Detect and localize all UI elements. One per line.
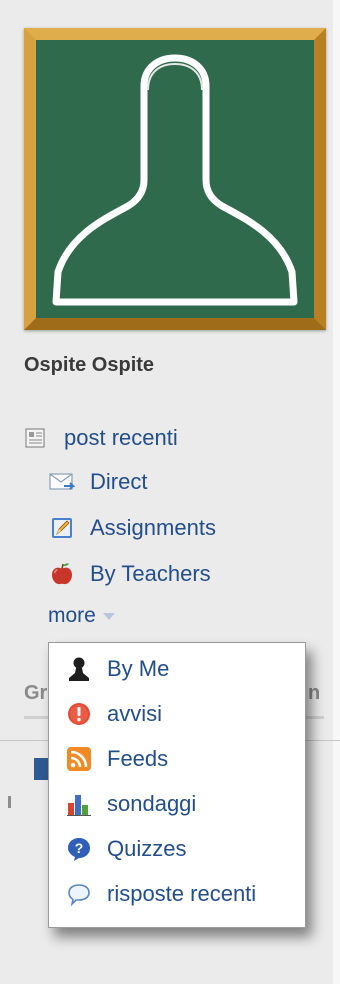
nav-label: Assignments [90, 515, 216, 540]
more-label: more [48, 604, 96, 627]
quiz-icon: ? [65, 835, 93, 863]
speech-bubble-icon [65, 880, 93, 908]
more-link[interactable]: more [48, 604, 116, 628]
nav-post-recenti[interactable]: post recenti [22, 424, 178, 452]
menu-item-sondaggi[interactable]: sondaggi [65, 790, 196, 818]
nav-label: post recenti [64, 425, 178, 450]
menu-item-label: Feeds [107, 746, 169, 771]
nav-label: Direct [90, 469, 148, 494]
menu-item-label: sondaggi [107, 791, 197, 816]
menu-item-avvisi[interactable]: avvisi [65, 700, 162, 728]
pencil-icon [48, 514, 76, 542]
poll-icon [65, 790, 93, 818]
groups-heading-right: n [308, 682, 321, 704]
menu-item-label: risposte recenti [107, 881, 257, 906]
svg-text:?: ? [75, 840, 84, 856]
rss-icon [65, 745, 93, 773]
menu-item-by-me[interactable]: By Me [65, 655, 169, 683]
chevron-down-icon [102, 613, 115, 620]
newspaper-icon [22, 424, 50, 452]
menu-item-label: avvisi [107, 701, 163, 726]
nav-direct[interactable]: Direct [48, 468, 147, 496]
menu-item-label: Quizzes [107, 836, 187, 861]
more-dropdown-menu: By Me avvisi Feeds sondaggi ? Quizzes ri… [48, 642, 306, 928]
sidebar-edge [333, 0, 340, 984]
apple-icon [48, 560, 76, 588]
menu-item-quizzes[interactable]: ? Quizzes [65, 835, 186, 863]
sidebar: Ospite Ospite post recenti Direct Assign… [0, 0, 340, 984]
menu-item-risposte-recenti[interactable]: risposte recenti [65, 880, 256, 908]
person-icon [65, 655, 93, 683]
menu-item-label: By Me [107, 656, 170, 681]
nav-assignments[interactable]: Assignments [48, 514, 216, 542]
envelope-icon [48, 468, 76, 496]
nav-label: By Teachers [90, 561, 211, 586]
groups-heading: Gr [24, 682, 48, 704]
user-name: Ospite Ospite [24, 354, 155, 376]
menu-item-feeds[interactable]: Feeds [65, 745, 168, 773]
avatar[interactable] [24, 28, 326, 330]
avatar-silhouette-icon [36, 40, 314, 318]
panel-tick [8, 796, 11, 808]
alert-icon [65, 700, 93, 728]
nav-by-teachers[interactable]: By Teachers [48, 560, 211, 588]
